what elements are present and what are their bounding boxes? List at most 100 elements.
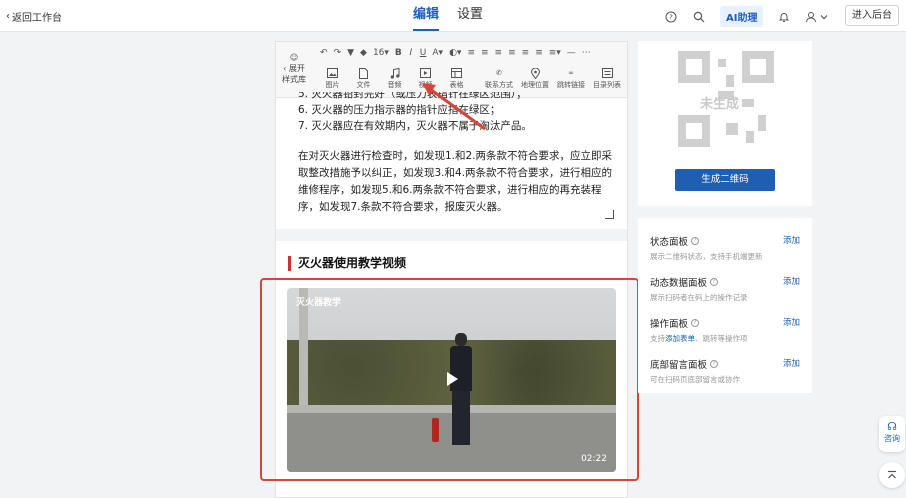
back-to-workbench-link[interactable]: ‹ 返回工作台 [6, 9, 62, 24]
help-icon[interactable]: ? [710, 360, 719, 368]
font-color-icon[interactable]: A▾ [432, 48, 443, 58]
status-panel-item: 状态面板? 展示二维码状态，支持手机端更新 添加 [650, 234, 800, 262]
insert-file-label: 文件 [356, 81, 371, 89]
user-menu[interactable] [805, 11, 828, 23]
add-comment-panel-link[interactable]: 添加 [783, 357, 800, 369]
align-left-icon[interactable]: ≡ [495, 48, 503, 58]
help-icon[interactable]: ? [710, 278, 719, 286]
panel-title: 操作面板 [650, 319, 689, 330]
italic-icon[interactable]: I [408, 48, 414, 58]
add-dynamic-data-panel-link[interactable]: 添加 [783, 275, 800, 287]
video-player[interactable]: 灭火器教学 02:22 [287, 288, 616, 472]
add-operation-panel-link[interactable]: 添加 [783, 316, 800, 328]
insert-audio-label: 音频 [387, 81, 402, 89]
expand-style-library-button[interactable]: ☺ ‹ 展开样式库 [280, 52, 308, 85]
palette-icon: ☺ [289, 53, 299, 62]
table-icon [442, 66, 471, 80]
redo-icon[interactable]: ↷ [334, 48, 342, 58]
help-icon[interactable]: ? [691, 319, 700, 327]
align-center-icon[interactable]: ≡ [508, 48, 516, 58]
section-divider [276, 229, 627, 241]
tab-settings[interactable]: 设置 [457, 6, 483, 30]
qr-status: 未生成 [700, 97, 740, 112]
insert-contact-button[interactable]: ✆ 联系方式 [482, 66, 516, 90]
format-painter-icon[interactable]: ▼ [347, 48, 354, 58]
eraser-icon[interactable]: ◆ [360, 48, 367, 58]
panel-title: 底部留言面板 [650, 360, 708, 371]
insert-file-button[interactable]: 文件 [349, 66, 378, 90]
insert-row-2: ✆ 联系方式 地理位置 ∞ 跳转链接 目录列表 [482, 66, 624, 90]
image-icon [318, 66, 347, 80]
insert-audio-button[interactable]: 音频 [380, 66, 409, 90]
insert-image-label: 图片 [325, 81, 340, 89]
enter-backend-button[interactable]: 进入后台 [845, 5, 899, 26]
help-icon[interactable]: ? [691, 237, 700, 245]
location-icon [518, 66, 552, 80]
editor-panel: ☺ ‹ 展开样式库 ↶ ↷ ▼ ◆ 16▾ B I U A▾ ◐▾ ≡ ≡ ≡ … [275, 41, 628, 498]
more-icon[interactable]: ⋯ [582, 48, 591, 58]
svg-text:?: ? [669, 13, 673, 21]
insert-location-button[interactable]: 地理位置 [518, 66, 552, 90]
qr-code-card: 未生成 生成二维码 [638, 41, 812, 206]
insert-table-label: 表格 [449, 81, 464, 89]
chevron-down-icon [821, 14, 828, 19]
section-title: 灭火器使用教学视频 [288, 256, 406, 271]
top-bar: ‹ 返回工作台 编辑 设置 ? AI助理 进入后台 [0, 0, 906, 32]
inspection-paragraph: 在对灭火器进行检查时，如发现1.和2.两条款不符合要求，应立即采取整改措施予以纠… [298, 150, 613, 213]
insert-location-label: 地理位置 [521, 81, 549, 89]
list-icon [590, 66, 624, 80]
video-icon [411, 66, 440, 80]
align-right-icon[interactable]: ≡ [522, 48, 530, 58]
insert-row: 图片 文件 音频 视频 表格 [318, 66, 471, 90]
tab-edit[interactable]: 编辑 [413, 6, 440, 31]
resize-corner-icon[interactable] [605, 210, 614, 219]
panel-list: 状态面板? 展示二维码状态，支持手机端更新 添加 动态数据面板? 展示扫码者在码… [638, 218, 812, 393]
checklist-item-6: 6. 灭火器的压力指示器的指针应指在绿区； [298, 104, 501, 116]
link-icon: ∞ [568, 69, 574, 77]
article-content[interactable]: 5. 灭火器铅封完好（或压力表指针在绿区范围）； 6. 灭火器的压力指示器的指针… [298, 92, 614, 216]
video-frame-person [448, 333, 474, 445]
add-form-link[interactable]: 添加表单 [665, 334, 695, 343]
user-icon [806, 11, 817, 22]
underline-icon[interactable]: U [420, 48, 427, 58]
insert-contact-label: 联系方式 [485, 81, 513, 89]
ordered-list-icon[interactable]: ≡ [467, 48, 475, 58]
divider-icon[interactable]: — [567, 48, 576, 58]
highlight-icon[interactable]: ◐▾ [449, 48, 461, 58]
bold-icon[interactable]: B [395, 48, 402, 58]
add-status-panel-link[interactable]: 添加 [783, 234, 800, 246]
header-tools: ? AI助理 [664, 6, 828, 27]
play-icon[interactable] [447, 372, 458, 386]
font-size-select[interactable]: 16▾ [373, 48, 389, 58]
editor-tabs: 编辑 设置 [413, 6, 483, 31]
line-height-icon[interactable]: ≡▾ [549, 48, 561, 58]
insert-image-button[interactable]: 图片 [318, 66, 347, 90]
format-row: ↶ ↷ ▼ ◆ 16▾ B I U A▾ ◐▾ ≡ ≡ ≡ ≡ ≡ ≡ ≡▾ —… [320, 48, 591, 58]
panel-desc: 可在扫码页底部留言或协作 [650, 375, 740, 384]
insert-link-label: 跳转链接 [557, 81, 585, 89]
generate-qr-button[interactable]: 生成二维码 [675, 169, 775, 191]
expand-label: ‹ 展开样式库 [282, 64, 306, 84]
search-icon[interactable] [692, 10, 706, 24]
undo-icon[interactable]: ↶ [320, 48, 328, 58]
panel-title: 状态面板 [650, 237, 689, 248]
ai-assistant-button[interactable]: AI助理 [720, 6, 764, 27]
consult-label: 咨询 [884, 434, 900, 443]
insert-toc-button[interactable]: 目录列表 [590, 66, 624, 90]
bell-icon[interactable] [777, 10, 791, 24]
help-icon[interactable]: ? [664, 10, 678, 24]
insert-link-button[interactable]: ∞ 跳转链接 [554, 66, 588, 90]
consult-button[interactable]: ☊ 咨询 [879, 416, 905, 452]
align-justify-icon[interactable]: ≡ [535, 48, 543, 58]
back-to-top-button[interactable] [879, 462, 905, 488]
dynamic-data-panel-item: 动态数据面板? 展示扫码者在码上的操作记录 添加 [650, 275, 800, 303]
insert-video-button[interactable]: 视频 [411, 66, 440, 90]
insert-toc-label: 目录列表 [593, 81, 621, 89]
bullet-list-icon[interactable]: ≡ [481, 48, 489, 58]
audio-icon [380, 66, 409, 80]
comment-panel-item: 底部留言面板? 可在扫码页底部留言或协作 添加 [650, 357, 800, 385]
panel-title: 动态数据面板 [650, 278, 708, 289]
video-title: 灭火器教学 [296, 298, 342, 308]
insert-table-button[interactable]: 表格 [442, 66, 471, 90]
editor-toolbar: ☺ ‹ 展开样式库 ↶ ↷ ▼ ◆ 16▾ B I U A▾ ◐▾ ≡ ≡ ≡ … [276, 42, 627, 98]
